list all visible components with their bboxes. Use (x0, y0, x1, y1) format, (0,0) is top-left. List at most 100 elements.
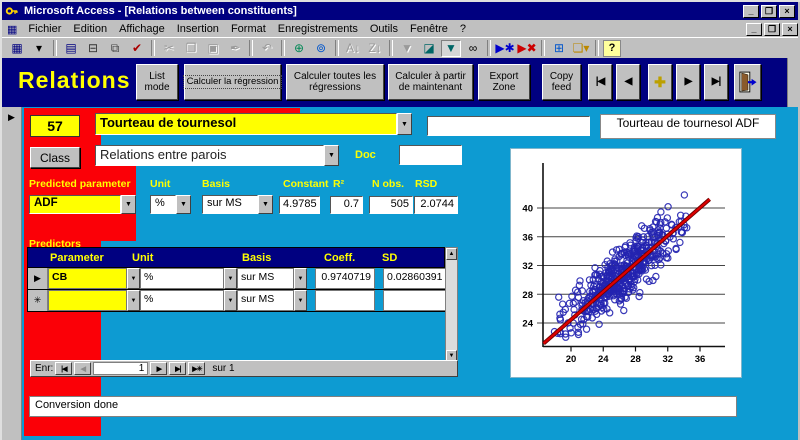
export-zone-button[interactable]: Export Zone (478, 64, 530, 100)
menu-edition[interactable]: Edition (67, 23, 113, 35)
row1-parameter-arrow-icon[interactable]: ▼ (127, 268, 140, 289)
rsd-field[interactable]: 2.0744 (414, 196, 458, 214)
row1-basis-combo[interactable]: sur MS ▼ (237, 268, 307, 289)
row2-sd-cell[interactable] (383, 290, 446, 311)
next-record-button[interactable]: ▶ (676, 64, 700, 100)
class-button[interactable]: Class (30, 147, 80, 168)
last-record-button[interactable]: ▶| (704, 64, 728, 100)
apply-filter-button[interactable]: ▼ (441, 40, 461, 57)
subnav-first-button[interactable]: |◀ (55, 362, 72, 375)
class-combo[interactable]: Relations entre parois ▼ (95, 145, 339, 166)
doc-textbox[interactable] (399, 145, 462, 165)
add-record-button[interactable]: ✚ (648, 64, 672, 100)
subnav-record-number[interactable]: 1 (93, 362, 148, 375)
child-minimize-button[interactable]: _ (746, 23, 762, 36)
spelling-button[interactable]: ✔ (127, 40, 147, 57)
insert-hyperlink-button[interactable]: ⊕ (289, 40, 309, 57)
row1-basis-value[interactable]: sur MS (237, 268, 294, 289)
row1-unit-arrow-icon[interactable]: ▼ (224, 268, 237, 289)
list-mode-button[interactable]: List mode (136, 64, 178, 100)
menu-affichage[interactable]: Affichage (113, 23, 171, 35)
print-button[interactable]: ⊟ (83, 40, 103, 57)
view-button[interactable]: ▦ (7, 40, 27, 57)
predicted-parameter-arrow-icon[interactable]: ▼ (121, 195, 136, 214)
row2-basis-combo[interactable]: sur MS ▼ (237, 290, 307, 311)
row2-unit-combo[interactable]: % ▼ (140, 290, 237, 311)
basis-combo-arrow-icon[interactable]: ▼ (258, 195, 273, 214)
row2-basis-value[interactable]: sur MS (237, 290, 294, 311)
row1-parameter-value[interactable]: CB (48, 268, 127, 289)
new-object-button[interactable]: ❏▾ (571, 40, 591, 57)
menu-fenetre[interactable]: Fenêtre (404, 23, 454, 35)
child-close-button[interactable]: × (782, 23, 798, 36)
menu-insertion[interactable]: Insertion (171, 23, 225, 35)
save-button[interactable]: ▤ (61, 40, 81, 57)
row2-basis-arrow-icon[interactable]: ▼ (294, 290, 307, 311)
menu-help[interactable]: ? (454, 23, 472, 35)
calculer-a-partir-button[interactable]: Calculer à partir de maintenant (388, 64, 473, 100)
feed-combo-value[interactable]: Tourteau de tournesol (95, 113, 397, 135)
row2-parameter-arrow-icon[interactable]: ▼ (127, 290, 140, 311)
subnav-last-button[interactable]: ▶| (169, 362, 186, 375)
form-header: Relations List mode Calculer la régressi… (2, 58, 787, 107)
child-restore-button[interactable]: ❐ (764, 23, 780, 36)
empty-textbox[interactable] (427, 116, 590, 136)
r2-field[interactable]: 0.7 (330, 196, 363, 214)
row1-basis-arrow-icon[interactable]: ▼ (294, 268, 307, 289)
class-combo-arrow-icon[interactable]: ▼ (324, 145, 339, 166)
unit-value[interactable]: % (150, 195, 176, 214)
close-button[interactable]: × (779, 5, 795, 18)
first-record-button[interactable]: |◀ (588, 64, 612, 100)
relation-title-box[interactable]: Tourteau de tournesol ADF (600, 114, 776, 139)
row1-sd-cell[interactable]: 0.02860391 (383, 268, 446, 289)
calculer-toutes-regressions-button[interactable]: Calculer toutes les régressions (286, 64, 384, 100)
unit-combo[interactable]: % ▼ (150, 195, 191, 214)
row2-parameter-value[interactable] (48, 290, 127, 311)
print-preview-button[interactable]: ⧉ (105, 40, 125, 57)
row1-unit-combo[interactable]: % ▼ (140, 268, 237, 289)
subnav-next-button[interactable]: ▶ (150, 362, 167, 375)
view-dropdown[interactable]: ▾ (29, 40, 49, 57)
row1-coeff-cell[interactable]: 0.9740719 (315, 268, 375, 289)
row-selector[interactable]: ▶ (28, 268, 48, 289)
calculer-regression-button[interactable]: Calculer la régression (184, 64, 281, 100)
find-button[interactable]: ∞ (463, 40, 483, 57)
basis-value[interactable]: sur MS (202, 195, 258, 214)
row1-parameter-combo[interactable]: CB ▼ (48, 268, 140, 289)
menu-format[interactable]: Format (225, 23, 272, 35)
feed-combo-arrow-icon[interactable]: ▼ (397, 113, 412, 135)
row2-unit-value[interactable]: % (140, 290, 224, 311)
copy-feed-button[interactable]: Copy feed (542, 64, 581, 100)
database-window-button[interactable]: ⊞ (549, 40, 569, 57)
constant-field[interactable]: 4.9785 (279, 196, 320, 214)
menu-enregistrements[interactable]: Enregistrements (272, 23, 364, 35)
table-scrollbar[interactable]: ▲ ▼ (445, 247, 458, 363)
predicted-parameter-combo[interactable]: ADF ▼ (29, 195, 136, 214)
nobs-field[interactable]: 505 (369, 196, 413, 214)
class-combo-value[interactable]: Relations entre parois (95, 145, 324, 166)
row1-unit-value[interactable]: % (140, 268, 224, 289)
unit-combo-arrow-icon[interactable]: ▼ (176, 195, 191, 214)
menu-outils[interactable]: Outils (364, 23, 404, 35)
scroll-up-icon[interactable]: ▲ (446, 248, 457, 260)
previous-record-button[interactable]: ◀ (616, 64, 640, 100)
basis-combo[interactable]: sur MS ▼ (202, 195, 273, 214)
delete-record-button[interactable]: ▶✖ (517, 40, 537, 57)
row2-parameter-combo[interactable]: ▼ (48, 290, 140, 311)
help-button[interactable]: ? (603, 40, 621, 57)
row2-coeff-cell[interactable] (315, 290, 375, 311)
feed-combo[interactable]: Tourteau de tournesol ▼ (95, 113, 412, 135)
new-row-selector[interactable]: ✳ (28, 290, 48, 311)
minimize-button[interactable]: _ (743, 5, 759, 18)
record-id-box[interactable]: 57 (30, 115, 80, 137)
filter-by-form-button[interactable]: ◪ (419, 40, 439, 57)
exit-button[interactable] (734, 64, 761, 100)
enr-label: Enr: (35, 363, 53, 374)
predicted-parameter-value[interactable]: ADF (29, 195, 121, 214)
subnav-new-record-button[interactable]: ▶✳ (188, 362, 205, 375)
web-toolbar-button[interactable]: ⊚ (311, 40, 331, 57)
menu-fichier[interactable]: Fichier (22, 23, 67, 35)
row2-unit-arrow-icon[interactable]: ▼ (224, 290, 237, 311)
new-record-button[interactable]: ▶✱ (495, 40, 515, 57)
restore-button[interactable]: ❐ (761, 5, 777, 18)
